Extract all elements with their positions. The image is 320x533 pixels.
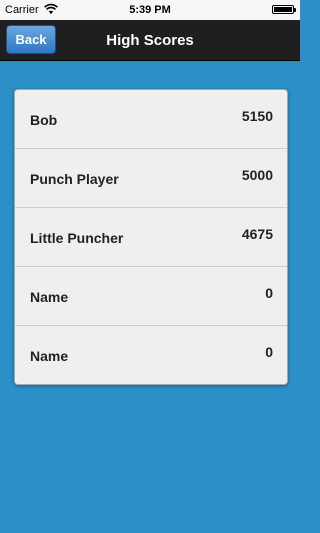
player-score: 0 <box>265 344 273 360</box>
score-row: Bob 5150 <box>15 90 287 149</box>
player-name: Name <box>30 348 69 364</box>
high-scores-list: Bob 5150 Punch Player 5000 Little Punche… <box>14 89 288 385</box>
score-row: Little Puncher 4675 <box>15 208 287 267</box>
player-name: Bob <box>30 112 58 128</box>
page-title: High Scores <box>106 32 194 49</box>
player-name: Punch Player <box>30 171 119 187</box>
player-score: 4675 <box>241 226 273 242</box>
battery-icon <box>272 5 296 14</box>
player-name: Little Puncher <box>30 230 124 246</box>
score-row: Name 0 <box>15 267 287 326</box>
player-name: Name <box>30 289 69 305</box>
score-row: Punch Player 5000 <box>15 149 287 208</box>
player-score: 5000 <box>241 167 273 183</box>
player-score: 5150 <box>241 108 273 124</box>
score-row: Name 0 <box>15 326 287 384</box>
status-time: 5:39 PM <box>129 4 171 16</box>
player-score: 0 <box>265 285 273 301</box>
navigation-bar: Back High Scores <box>0 20 300 61</box>
status-bar: Carrier 5:39 PM <box>0 0 300 20</box>
